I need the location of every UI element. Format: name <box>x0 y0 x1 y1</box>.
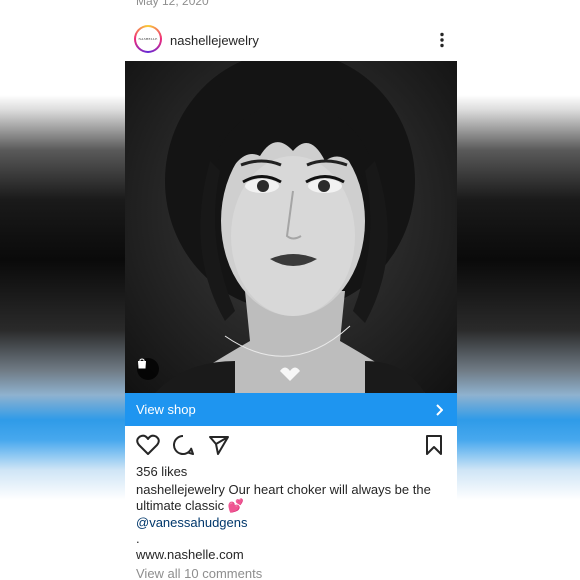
caption-emoji: 💕 <box>227 498 244 513</box>
post-date: May 12, 2020 <box>136 0 209 8</box>
avatar[interactable]: NASHELLE <box>134 25 162 53</box>
bookmark-icon[interactable] <box>425 434 443 461</box>
view-shop-button[interactable]: View shop <box>125 393 457 426</box>
caption-separator: . <box>136 531 140 546</box>
post-header: NASHELLE nashellejewelry <box>125 22 457 58</box>
mention-link[interactable]: @vanessahudgens <box>136 515 248 530</box>
post-photo[interactable] <box>125 61 457 393</box>
heart-outline-icon[interactable] <box>136 434 160 461</box>
view-comments-link[interactable]: View all 10 comments <box>136 566 262 580</box>
caption-username[interactable]: nashellejewelry <box>136 482 225 497</box>
likes-count[interactable]: 356 likes <box>136 464 187 479</box>
website-link[interactable]: www.nashelle.com <box>136 547 244 562</box>
post-actions-bar <box>125 434 457 458</box>
comment-icon[interactable] <box>172 434 194 461</box>
instagram-post-card: May 12, 2020 NASHELLE nashellejewelry Vi… <box>125 0 457 580</box>
username-link[interactable]: nashellejewelry <box>170 33 259 48</box>
avatar-logo-text: NASHELLE <box>136 27 160 51</box>
more-options-icon[interactable] <box>439 32 445 48</box>
chevron-right-icon <box>435 403 444 421</box>
shopping-bag-icon[interactable] <box>137 358 159 380</box>
paper-plane-icon[interactable] <box>208 434 230 461</box>
post-caption: nashellejewelry Our heart choker will al… <box>136 482 436 514</box>
view-shop-label: View shop <box>136 402 196 417</box>
